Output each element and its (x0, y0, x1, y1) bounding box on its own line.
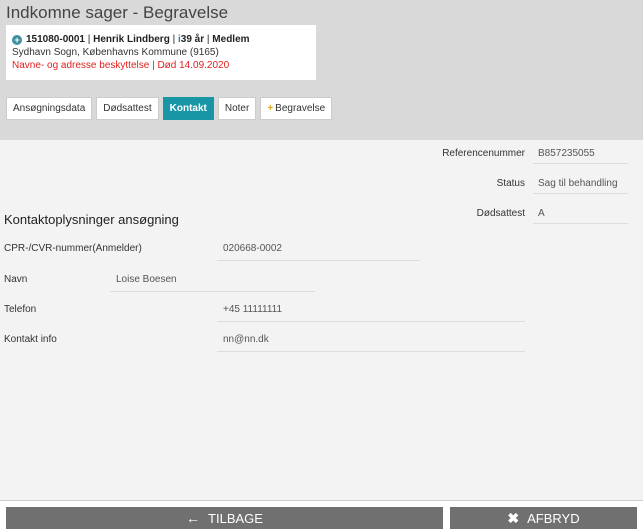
death-certificate-value: A (533, 208, 628, 224)
separator: | (172, 34, 176, 45)
contact-info-label: Kontakt info (4, 334, 57, 345)
tab-ansoegningsdata[interactable]: Ansøgningsdata (6, 97, 93, 120)
tab-bar: Ansøgningsdata Dødsattest Kontakt Noter … (6, 97, 333, 120)
contact-section-title: Kontaktoplysninger ansøgning (4, 212, 179, 227)
contact-info-value: nn@nn.dk (217, 334, 525, 352)
name-value: Loise Boesen (110, 274, 315, 292)
person-age: 39 år (180, 34, 205, 45)
tab-kontakt[interactable]: Kontakt (162, 97, 214, 120)
case-summary-card: + 151080-0001 | Henrik Lindberg | i 39 å… (6, 25, 316, 80)
footer: ← TILBAGE ✖ AFBRYD (0, 500, 643, 531)
case-identity-line: + 151080-0001 | Henrik Lindberg | i 39 å… (12, 33, 316, 46)
phone-label: Telefon (4, 304, 37, 315)
arrow-left-icon: ← (186, 510, 201, 526)
membership-status: Medlem (212, 34, 250, 45)
tab-begravelse[interactable]: + Begravelse (260, 97, 333, 120)
close-icon: ✖ (507, 509, 520, 526)
name-label: Navn (4, 274, 28, 285)
case-id: 151080-0001 (26, 34, 85, 45)
header: Indkomne sager - Begravelse + 151080-000… (0, 0, 643, 140)
cpr-value: 020668-0002 (217, 243, 420, 261)
back-button[interactable]: ← TILBAGE (6, 507, 443, 529)
back-button-label: TILBAGE (208, 510, 263, 526)
reference-value: B857235055 (533, 148, 628, 164)
add-icon: + (267, 103, 274, 114)
status-label: Status (496, 178, 525, 189)
tab-doedsattest[interactable]: Dødsattest (96, 97, 159, 120)
expand-plus-icon[interactable]: + (12, 34, 22, 45)
page-title: Indkomne sager - Begravelse (6, 3, 229, 22)
cancel-button[interactable]: ✖ AFBRYD (450, 507, 637, 529)
main-content: Referencenummer B857235055 Status Sag ti… (0, 140, 643, 500)
tab-noter[interactable]: Noter (217, 97, 257, 120)
reference-label: Referencenummer (442, 148, 525, 159)
death-certificate-label: Dødsattest (476, 208, 525, 219)
separator: | (87, 34, 91, 45)
case-warning: Navne- og adresse beskyttelse | Død 14.0… (12, 60, 230, 71)
status-value: Sag til behandling (533, 178, 628, 194)
person-name: Henrik Lindberg (93, 34, 170, 45)
case-address: Sydhavn Sogn, Københavns Kommune (9165) (12, 47, 219, 58)
phone-value: +45 11111111 (217, 304, 525, 322)
separator: | (206, 34, 210, 45)
tab-begravelse-label: Begravelse (275, 103, 326, 114)
cpr-label: CPR-/CVR-nummer(Anmelder) (4, 243, 142, 254)
cancel-button-label: AFBRYD (527, 510, 580, 526)
